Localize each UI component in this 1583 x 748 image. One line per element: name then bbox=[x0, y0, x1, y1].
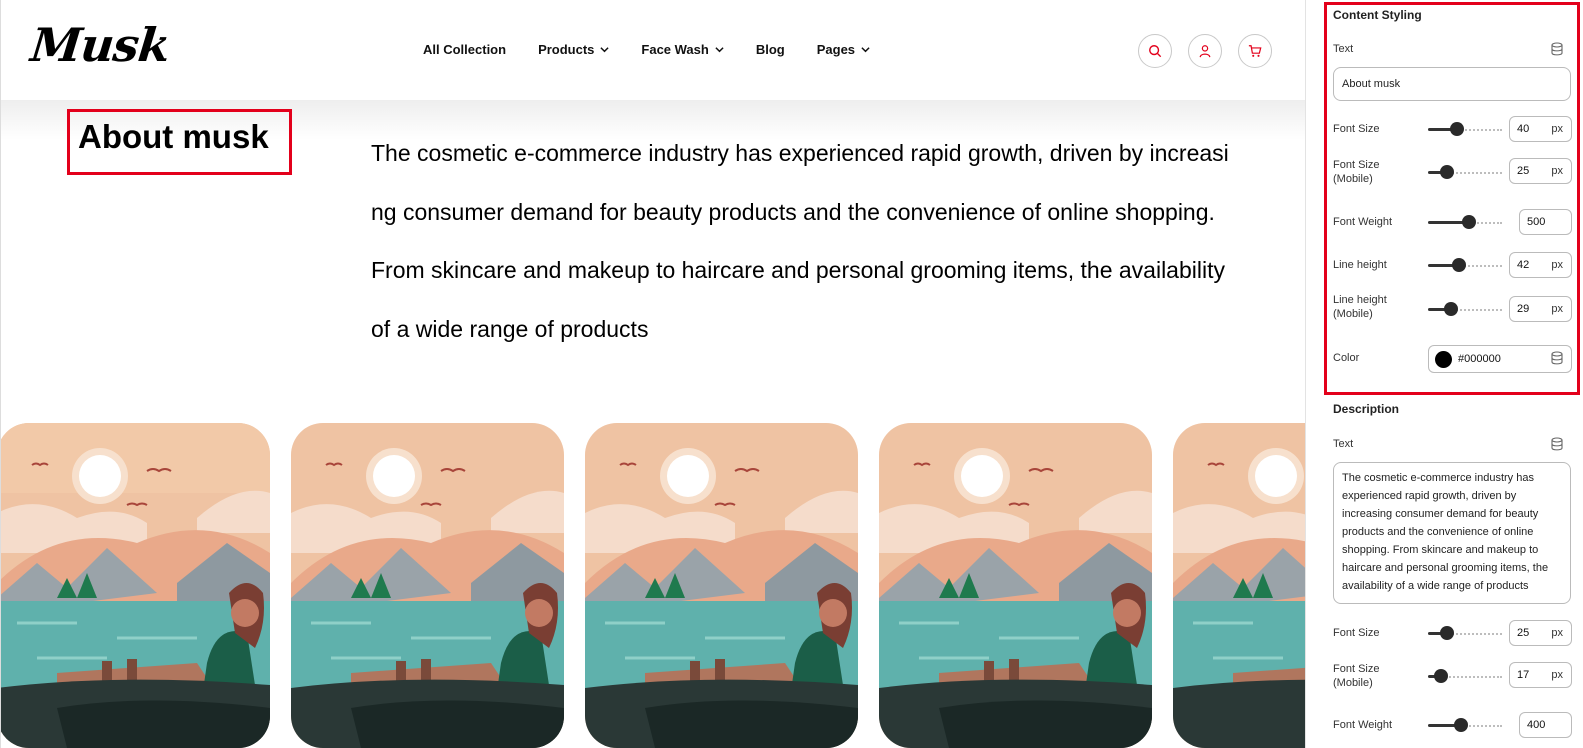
description-font-size-value: 25 bbox=[1517, 627, 1530, 639]
gallery-image[interactable] bbox=[879, 423, 1152, 748]
font-weight-input[interactable]: 500 bbox=[1519, 209, 1572, 235]
site-logo[interactable]: Musk bbox=[28, 18, 172, 72]
landscape-illustration-icon bbox=[1, 423, 270, 748]
chevron-down-icon bbox=[715, 47, 724, 53]
font-size-value: 40 bbox=[1517, 123, 1530, 135]
database-icon[interactable] bbox=[1551, 437, 1563, 451]
font-size-input[interactable]: 40 px bbox=[1509, 116, 1572, 142]
account-button[interactable] bbox=[1188, 34, 1222, 68]
content-text-value: About musk bbox=[1342, 78, 1401, 90]
line-height-label: Line height bbox=[1333, 259, 1387, 271]
font-weight-value: 500 bbox=[1527, 216, 1546, 228]
user-icon bbox=[1199, 45, 1211, 58]
color-label: Color bbox=[1333, 352, 1360, 364]
search-button[interactable] bbox=[1138, 34, 1172, 68]
description-font-size-mobile-slider[interactable] bbox=[1428, 669, 1502, 683]
page-preview: Musk All Collection Products Face Wash B… bbox=[0, 0, 1305, 748]
line-height-mobile-value: 29 bbox=[1517, 303, 1530, 315]
line-height-mobile-input[interactable]: 29 px bbox=[1509, 296, 1572, 322]
line-height-mobile-label: Line height (Mobile) bbox=[1333, 294, 1387, 320]
unit-label: px bbox=[1551, 303, 1563, 315]
main-nav: All Collection Products Face Wash Blog P… bbox=[423, 42, 902, 57]
description-font-size-label: Font Size bbox=[1333, 627, 1380, 639]
line-height-value: 42 bbox=[1517, 259, 1530, 271]
about-title[interactable]: About musk bbox=[78, 118, 269, 156]
description-font-size-mobile-input[interactable]: 17 px bbox=[1509, 662, 1572, 688]
about-description[interactable]: The cosmetic e-commerce industry has exp… bbox=[371, 124, 1231, 358]
font-size-mobile-slider[interactable] bbox=[1428, 165, 1502, 179]
description-textarea[interactable]: The cosmetic e-commerce industry has exp… bbox=[1333, 462, 1571, 604]
text-label: Text bbox=[1333, 43, 1354, 55]
font-weight-slider[interactable] bbox=[1428, 215, 1502, 229]
nav-products-label: Products bbox=[538, 42, 595, 57]
color-value: #000000 bbox=[1458, 353, 1501, 365]
selected-section-outline bbox=[1324, 2, 1580, 395]
font-size-slider[interactable] bbox=[1428, 122, 1502, 136]
nav-blog[interactable]: Blog bbox=[756, 42, 785, 57]
nav-face-wash-label: Face Wash bbox=[641, 42, 709, 57]
font-size-mobile-label: Font Size (Mobile) bbox=[1333, 159, 1380, 185]
nav-pages-label: Pages bbox=[816, 42, 856, 57]
unit-label: px bbox=[1551, 669, 1563, 681]
unit-label: px bbox=[1551, 259, 1563, 271]
description-font-size-mobile-value: 17 bbox=[1517, 669, 1530, 681]
nav-blog-label: Blog bbox=[755, 42, 785, 57]
nav-all-collection-label: All Collection bbox=[423, 42, 507, 57]
description-title: Description bbox=[1333, 402, 1400, 416]
unit-label: px bbox=[1551, 123, 1563, 135]
description-font-weight-label: Font Weight bbox=[1333, 719, 1393, 731]
line-height-slider[interactable] bbox=[1428, 258, 1502, 272]
description-font-weight-input[interactable]: 400 bbox=[1519, 712, 1572, 738]
font-size-mobile-input[interactable]: 25 px bbox=[1509, 158, 1572, 184]
landscape-illustration-icon bbox=[585, 423, 858, 748]
line-height-input[interactable]: 42 px bbox=[1509, 252, 1572, 278]
font-size-label: Font Size bbox=[1333, 123, 1380, 135]
site-header: Musk All Collection Products Face Wash B… bbox=[1, 0, 1305, 102]
nav-face-wash[interactable]: Face Wash bbox=[641, 42, 724, 57]
font-size-mobile-value: 25 bbox=[1517, 165, 1530, 177]
nav-all-collection[interactable]: All Collection bbox=[423, 42, 506, 57]
font-weight-label: Font Weight bbox=[1333, 216, 1393, 228]
search-icon bbox=[1149, 45, 1162, 58]
description-font-size-slider[interactable] bbox=[1428, 626, 1502, 640]
description-text-value: The cosmetic e-commerce industry has exp… bbox=[1342, 472, 1549, 592]
landscape-illustration-icon bbox=[879, 423, 1152, 748]
content-text-input[interactable]: About musk bbox=[1333, 67, 1571, 101]
content-styling-title: Content Styling bbox=[1333, 8, 1422, 22]
description-font-size-input[interactable]: 25 px bbox=[1509, 620, 1572, 646]
chevron-down-icon bbox=[861, 47, 870, 53]
gallery-image[interactable] bbox=[1173, 423, 1305, 748]
chevron-down-icon bbox=[600, 47, 610, 53]
unit-label: px bbox=[1551, 627, 1563, 639]
gallery-image[interactable] bbox=[1, 423, 270, 748]
header-actions bbox=[1138, 34, 1272, 68]
color-swatch[interactable] bbox=[1435, 350, 1452, 368]
description-font-size-mobile-label: Font Size (Mobile) bbox=[1333, 663, 1380, 689]
nav-products[interactable]: Products bbox=[538, 42, 610, 57]
unit-label: px bbox=[1551, 165, 1563, 177]
line-height-mobile-slider[interactable] bbox=[1428, 302, 1502, 316]
nav-pages[interactable]: Pages bbox=[817, 42, 870, 57]
cart-button[interactable] bbox=[1238, 34, 1272, 68]
landscape-illustration-icon bbox=[1173, 423, 1305, 748]
description-font-weight-value: 400 bbox=[1527, 719, 1546, 731]
description-text-label: Text bbox=[1333, 438, 1354, 450]
landscape-illustration-icon bbox=[291, 423, 564, 748]
database-icon[interactable] bbox=[1551, 351, 1563, 365]
gallery-image[interactable] bbox=[291, 423, 564, 748]
database-icon[interactable] bbox=[1551, 42, 1563, 56]
image-gallery bbox=[1, 423, 1305, 748]
description-font-weight-slider[interactable] bbox=[1428, 718, 1502, 732]
cart-icon bbox=[1248, 45, 1262, 57]
gallery-image[interactable] bbox=[585, 423, 858, 748]
